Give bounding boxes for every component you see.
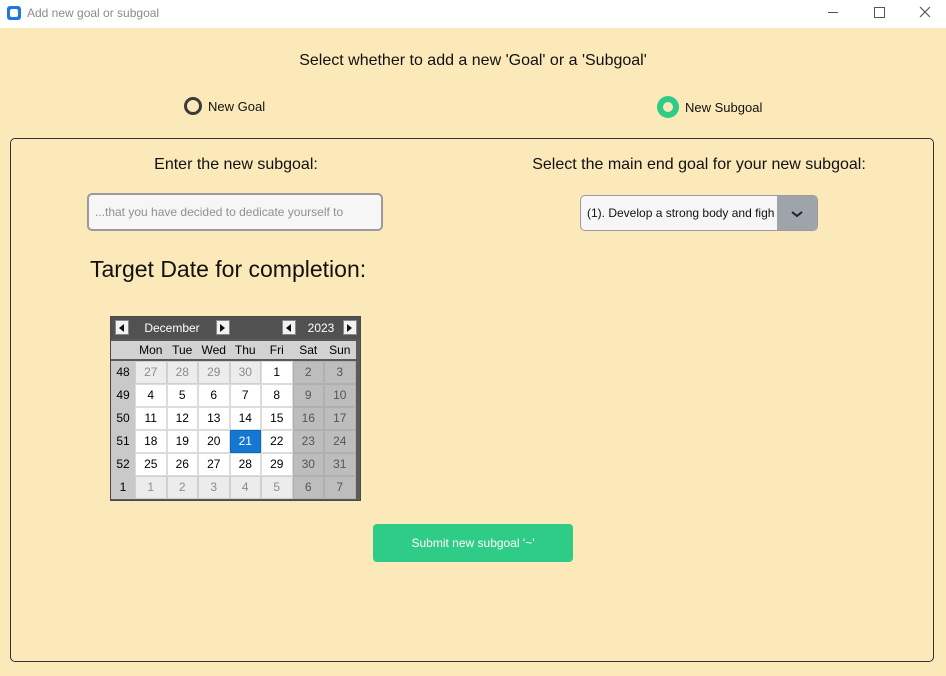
calendar-day[interactable]: 7	[324, 476, 356, 499]
calendar-day[interactable]: 2	[166, 476, 198, 499]
calendar-day[interactable]: 16	[292, 407, 324, 430]
maximize-button[interactable]	[856, 0, 902, 28]
calendar-day[interactable]: 22	[261, 430, 293, 453]
prev-month-button[interactable]	[115, 320, 129, 335]
week-number: 1	[111, 476, 135, 499]
calendar-day[interactable]: 28	[229, 453, 261, 476]
new-goal-label: New Goal	[208, 98, 266, 114]
arrow-right-icon	[347, 324, 352, 332]
arrow-right-icon	[220, 324, 225, 332]
weekday-header: Tue	[166, 341, 198, 359]
calendar-day[interactable]: 6	[292, 476, 324, 499]
calendar-day[interactable]: 3	[324, 361, 356, 384]
submit-subgoal-button[interactable]: Submit new subgoal '~'	[373, 524, 573, 562]
arrow-left-icon	[119, 324, 124, 332]
calendar-day[interactable]: 20	[198, 430, 230, 453]
radio-checked-icon	[657, 96, 679, 118]
calendar-day[interactable]: 5	[166, 384, 198, 407]
calendar-day[interactable]: 31	[324, 453, 356, 476]
calendar-day[interactable]: 10	[324, 384, 356, 407]
end-goal-selected: (1). Develop a strong body and figh	[587, 206, 775, 220]
calendar-day[interactable]: 29	[261, 453, 293, 476]
calendar-day[interactable]: 11	[135, 407, 167, 430]
calendar-day[interactable]: 30	[292, 453, 324, 476]
calendar-month[interactable]: December	[137, 321, 207, 335]
prev-year-button[interactable]	[282, 320, 296, 335]
calendar-day[interactable]: 3	[198, 476, 230, 499]
calendar-day[interactable]: 1	[135, 476, 167, 499]
next-year-button[interactable]	[343, 320, 357, 335]
chevron-down-icon	[791, 211, 803, 218]
new-goal-radio[interactable]: New Goal	[184, 97, 265, 115]
calendar-day[interactable]: 19	[166, 430, 198, 453]
calendar-day[interactable]: 14	[229, 407, 261, 430]
close-button[interactable]	[902, 0, 946, 28]
calendar-day[interactable]: 27	[135, 361, 167, 384]
calendar-day[interactable]: 28	[166, 361, 198, 384]
calendar-day[interactable]: 6	[198, 384, 230, 407]
week-number: 49	[111, 384, 135, 407]
calendar-day[interactable]: 7	[229, 384, 261, 407]
calendar-day[interactable]: 29	[198, 361, 230, 384]
arrow-left-icon	[286, 324, 291, 332]
new-subgoal-label: New Subgoal	[685, 99, 763, 115]
next-month-button[interactable]	[216, 320, 230, 335]
title-bar: Add new goal or subgoal	[0, 0, 946, 28]
calendar-day[interactable]: 12	[166, 407, 198, 430]
calendar-day[interactable]: 13	[198, 407, 230, 430]
close-icon	[919, 6, 931, 18]
week-number: 52	[111, 453, 135, 476]
dropdown-button[interactable]	[777, 196, 817, 230]
window-title: Add new goal or subgoal	[27, 6, 160, 20]
week-number: 48	[111, 361, 135, 384]
calendar-day[interactable]: 23	[292, 430, 324, 453]
subgoal-input-label: Enter the new subgoal:	[154, 156, 318, 173]
calendar-day[interactable]: 26	[166, 453, 198, 476]
calendar-day[interactable]: 15	[261, 407, 293, 430]
date-calendar: December 2023 Mon Tue Wed Thu Fri Sat Sun 48 27 2…	[110, 316, 361, 501]
end-goal-dropdown[interactable]: (1). Develop a strong body and figh	[580, 195, 818, 231]
week-number: 50	[111, 407, 135, 430]
calendar-day[interactable]: 17	[324, 407, 356, 430]
app-icon	[7, 6, 21, 20]
minimize-button[interactable]	[810, 0, 856, 28]
calendar-day[interactable]: 18	[135, 430, 167, 453]
page-heading: Select whether to add a new 'Goal' or a …	[299, 52, 647, 69]
end-goal-label: Select the main end goal for your new su…	[532, 156, 866, 173]
calendar-day[interactable]: 25	[135, 453, 167, 476]
calendar-day[interactable]: 4	[135, 384, 167, 407]
calendar-year[interactable]: 2023	[301, 321, 341, 335]
calendar-day-selected[interactable]: 21	[229, 430, 261, 453]
calendar-day[interactable]: 30	[229, 361, 261, 384]
calendar-day[interactable]: 5	[261, 476, 293, 499]
calendar-day[interactable]: 27	[198, 453, 230, 476]
week-number: 51	[111, 430, 135, 453]
calendar-day[interactable]: 24	[324, 430, 356, 453]
target-date-label: Target Date for completion:	[90, 256, 367, 282]
weekday-header: Mon	[135, 341, 167, 359]
weekday-header: Sun	[324, 341, 356, 359]
weekday-header: Thu	[229, 341, 261, 359]
calendar-day[interactable]: 8	[261, 384, 293, 407]
calendar-day[interactable]: 1	[261, 361, 293, 384]
calendar-day[interactable]: 2	[292, 361, 324, 384]
calendar-header: December 2023	[111, 317, 360, 339]
new-subgoal-radio[interactable]: New Subgoal	[657, 96, 762, 118]
radio-unchecked-icon	[184, 97, 202, 115]
weekday-header: Sat	[292, 341, 324, 359]
calendar-day[interactable]: 4	[229, 476, 261, 499]
weekday-header: Fri	[261, 341, 293, 359]
weekday-header: Wed	[198, 341, 230, 359]
calendar-day[interactable]: 9	[292, 384, 324, 407]
calendar-corner	[111, 341, 135, 359]
subgoal-input[interactable]	[87, 193, 383, 231]
